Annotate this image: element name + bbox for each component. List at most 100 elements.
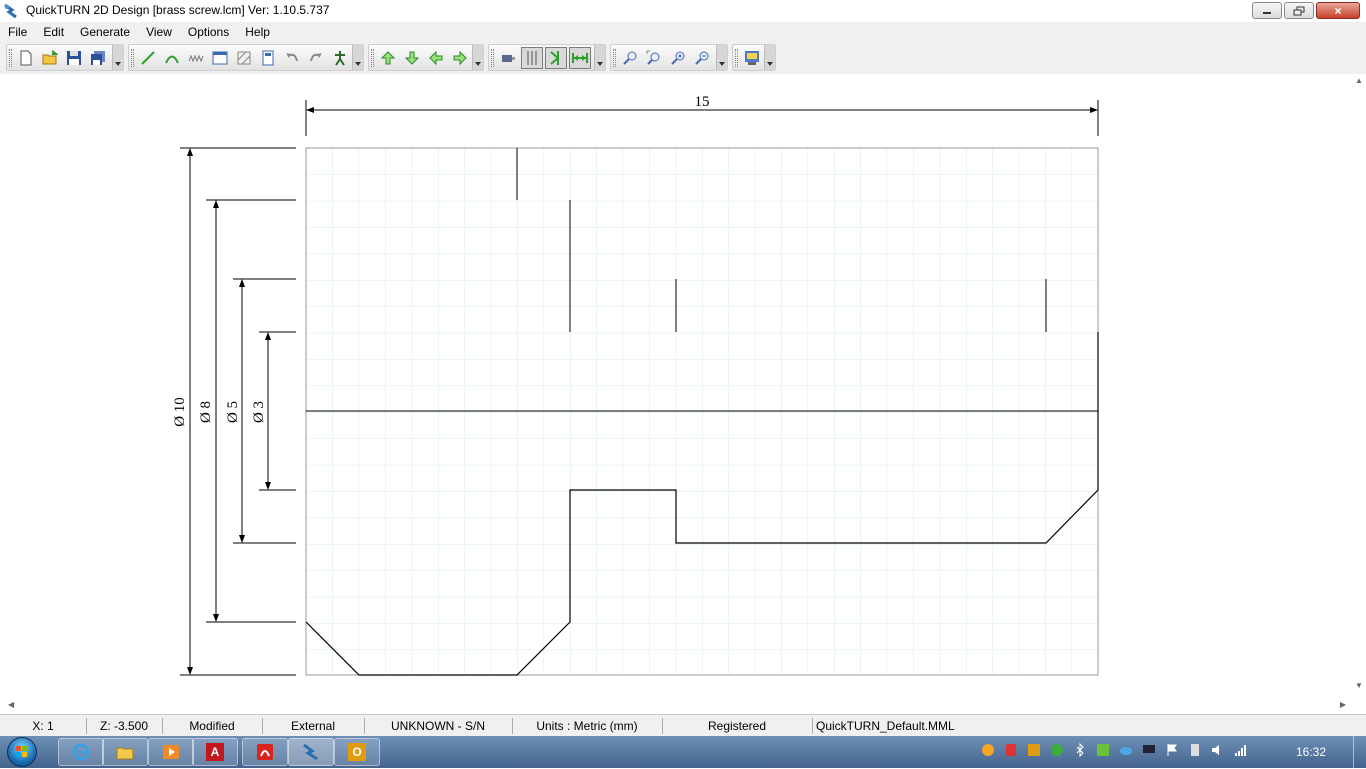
scroll-left-icon[interactable]: ◀ [8, 700, 14, 709]
tray-network-icon[interactable] [1233, 742, 1249, 758]
tray-sync-icon[interactable] [1049, 742, 1065, 758]
tool-select-button[interactable] [329, 47, 351, 69]
line-tool-button[interactable] [137, 47, 159, 69]
toolbar-overflow-button[interactable] [594, 45, 605, 70]
taskbar-internet-explorer[interactable] [58, 738, 104, 766]
menu-help[interactable]: Help [237, 25, 278, 39]
zoom-extents-button[interactable] [643, 47, 665, 69]
diameter-label-3: Ø 3 [251, 401, 267, 423]
toolbar-grip[interactable] [735, 49, 738, 67]
toolbar-grip[interactable] [371, 49, 374, 67]
taskbar-media-player[interactable] [148, 738, 194, 766]
new-file-icon [20, 50, 32, 65]
status-external: External [262, 718, 365, 734]
calculator-button[interactable] [257, 47, 279, 69]
tray-security-icon[interactable] [1095, 742, 1111, 758]
status-modified: Modified [162, 718, 263, 734]
show-desktop-button[interactable] [1353, 736, 1366, 768]
pdf-icon [257, 744, 273, 760]
lathe-icon [502, 54, 515, 62]
diameter-label-10: Ø 10 [172, 397, 188, 427]
menu-view[interactable]: View [138, 25, 180, 39]
menu-edit[interactable]: Edit [35, 25, 72, 39]
arrow-right-icon [453, 50, 467, 65]
scroll-right-icon[interactable]: ▶ [1340, 700, 1346, 709]
tray-bluetooth-icon[interactable] [1072, 742, 1088, 758]
toolbar-overflow-button[interactable] [352, 45, 363, 70]
properties-icon [212, 51, 228, 64]
properties-button[interactable] [209, 47, 231, 69]
toolbar-grip[interactable] [131, 49, 134, 67]
tray-monitor-icon[interactable] [1141, 742, 1157, 758]
restore-button[interactable] [1284, 2, 1314, 19]
toolbar-overflow-button[interactable] [472, 45, 483, 70]
move-right-button[interactable] [449, 47, 471, 69]
taskbar-quickturn[interactable] [288, 738, 334, 766]
tray-action-center-icon[interactable] [1164, 742, 1180, 758]
dimension-toggle-button[interactable] [569, 46, 591, 69]
drawing-canvas[interactable]: 15 Ø 10 Ø 8 Ø 5 Ø 3 [0, 74, 1352, 698]
zoom-in-button[interactable] [667, 47, 689, 69]
move-up-button[interactable] [377, 47, 399, 69]
save-all-icon [91, 50, 105, 65]
taskbar-outlook[interactable]: O [334, 738, 380, 766]
taskbar-clock[interactable]: 16:32 [1296, 745, 1326, 759]
simulate-button[interactable] [497, 47, 519, 69]
diameter-dimension-3[interactable]: Ø 3 [251, 331, 296, 491]
zoom-out-button[interactable] [691, 47, 713, 69]
tray-cloud-icon[interactable] [1118, 742, 1134, 758]
toolbar-overflow-button[interactable] [716, 45, 727, 70]
toolbar-grip[interactable] [491, 49, 494, 67]
arc-tool-button[interactable] [161, 47, 183, 69]
menu-options[interactable]: Options [180, 25, 237, 39]
tray-outlook-icon[interactable] [1026, 742, 1042, 758]
scroll-down-icon[interactable]: ▼ [1355, 681, 1363, 690]
save-all-button[interactable] [87, 47, 109, 69]
close-button[interactable]: × [1316, 2, 1360, 19]
menu-file[interactable]: File [0, 25, 35, 39]
diameter-dimension-8[interactable]: Ø 8 [198, 199, 296, 623]
tray-shield-icon[interactable] [1003, 742, 1019, 758]
taskbar-pdf-reader[interactable] [242, 738, 288, 766]
thread-tool-button[interactable] [185, 47, 207, 69]
taskbar-acrobat[interactable]: A [192, 738, 238, 766]
undo-button[interactable] [281, 47, 303, 69]
redo-button[interactable] [305, 47, 327, 69]
taskbar-explorer[interactable] [102, 738, 148, 766]
move-left-button[interactable] [425, 47, 447, 69]
hatch-button[interactable] [233, 47, 255, 69]
quickturn-icon [303, 743, 318, 761]
status-x: X: 1 [0, 718, 87, 734]
toolbar-grip[interactable] [613, 49, 616, 67]
toolbar-grip[interactable] [9, 49, 12, 67]
new-file-button[interactable] [15, 47, 37, 69]
horizontal-scrollbar[interactable]: ◀ ▶ [0, 698, 1352, 712]
drawing-svg[interactable]: 15 Ø 10 Ø 8 Ø 5 Ø 3 [0, 74, 1352, 698]
open-file-button[interactable] [39, 47, 61, 69]
vertical-scrollbar[interactable]: ▲ ▼ [1352, 74, 1366, 698]
generate-code-button[interactable] [741, 47, 763, 69]
zoom-window-button[interactable] [619, 47, 641, 69]
scroll-up-icon[interactable]: ▲ [1355, 76, 1363, 85]
tray-device-icon[interactable] [1187, 742, 1203, 758]
start-button[interactable] [7, 737, 37, 767]
save-icon [67, 50, 81, 65]
tray-volume-icon[interactable] [1210, 742, 1226, 758]
snap-toggle-button[interactable] [545, 46, 567, 69]
open-folder-icon [42, 49, 58, 64]
menu-generate[interactable]: Generate [72, 25, 138, 39]
calculator-icon [262, 50, 274, 65]
tray-updates-icon[interactable] [980, 742, 996, 758]
toolbar-overflow-button[interactable] [764, 45, 775, 70]
minimize-icon [1263, 11, 1271, 14]
toolbar-overflow-button[interactable] [112, 45, 123, 70]
save-button[interactable] [63, 47, 85, 69]
grid-toggle-button[interactable] [521, 46, 543, 69]
zoom-extents-icon [646, 50, 660, 65]
output-toolbar-group [732, 44, 776, 71]
minimize-button[interactable] [1252, 2, 1282, 19]
length-dimension[interactable]: 15 [305, 94, 1099, 136]
move-down-button[interactable] [401, 47, 423, 69]
close-icon: × [1334, 3, 1342, 18]
status-registration: Registered [662, 718, 813, 734]
